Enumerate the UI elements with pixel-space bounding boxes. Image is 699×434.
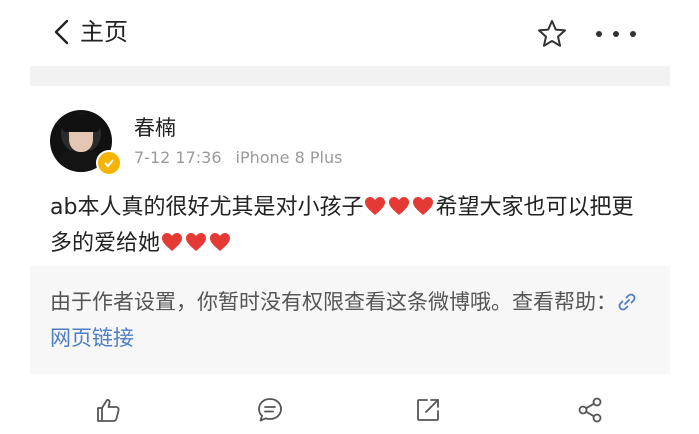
action-bar xyxy=(30,374,670,434)
more-options-button[interactable] xyxy=(596,20,636,48)
post-meta: 7-12 17:36 iPhone 8 Plus xyxy=(134,148,342,167)
heart-emoji-group xyxy=(363,195,435,220)
post-content: ab本人真的很好尤其是对小孩子 希望大家也可以把更多的爱给她 xyxy=(50,190,650,262)
comment-icon xyxy=(258,398,282,422)
heart-emoji-icon xyxy=(365,197,386,215)
comment-button[interactable] xyxy=(256,396,286,426)
weibo-page: 主页 春楠 7-12 17:36 iPhone 8 Plus ab本人真的很好尤其… xyxy=(30,0,670,434)
like-icon xyxy=(97,399,120,422)
more-dot xyxy=(596,31,602,37)
post-source: iPhone 8 Plus xyxy=(235,148,343,167)
web-link-label: 网页链接 xyxy=(50,326,134,350)
like-button[interactable] xyxy=(94,396,124,426)
heart-emoji-icon xyxy=(186,233,207,251)
repost-button[interactable] xyxy=(414,396,444,426)
star-icon[interactable] xyxy=(536,18,568,50)
back-label: 主页 xyxy=(80,18,128,46)
post-timestamp: 7-12 17:36 xyxy=(134,148,222,167)
heart-emoji-icon xyxy=(413,197,434,215)
heart-emoji-icon xyxy=(389,197,410,215)
username[interactable]: 春楠 xyxy=(134,112,176,142)
verified-badge-icon xyxy=(96,150,122,176)
more-dot xyxy=(613,31,619,37)
share-button[interactable] xyxy=(576,396,606,426)
permission-notice: 由于作者设置，你暂时没有权限查看这条微博哦。查看帮助： 网页链接 xyxy=(30,266,670,374)
weibo-post: 春楠 7-12 17:36 iPhone 8 Plus ab本人真的很好尤其是对小… xyxy=(30,86,670,266)
heart-emoji-icon xyxy=(210,233,231,251)
link-icon xyxy=(618,293,636,311)
repost-icon xyxy=(417,399,439,421)
post-text-part1: ab本人真的很好尤其是对小孩子 xyxy=(50,195,364,220)
more-dot xyxy=(630,31,636,37)
top-nav-bar: 主页 xyxy=(30,0,670,66)
notice-message: 由于作者设置，你暂时没有权限查看这条微博哦。查看帮助： xyxy=(50,290,617,314)
back-button[interactable]: 主页 xyxy=(52,18,128,46)
heart-emoji-group xyxy=(160,231,232,256)
chevron-left-icon xyxy=(54,19,69,45)
section-divider xyxy=(30,66,670,86)
notice-text: 由于作者设置，你暂时没有权限查看这条微博哦。查看帮助： 网页链接 xyxy=(50,284,650,356)
share-icon xyxy=(578,397,602,423)
heart-emoji-icon xyxy=(162,233,183,251)
